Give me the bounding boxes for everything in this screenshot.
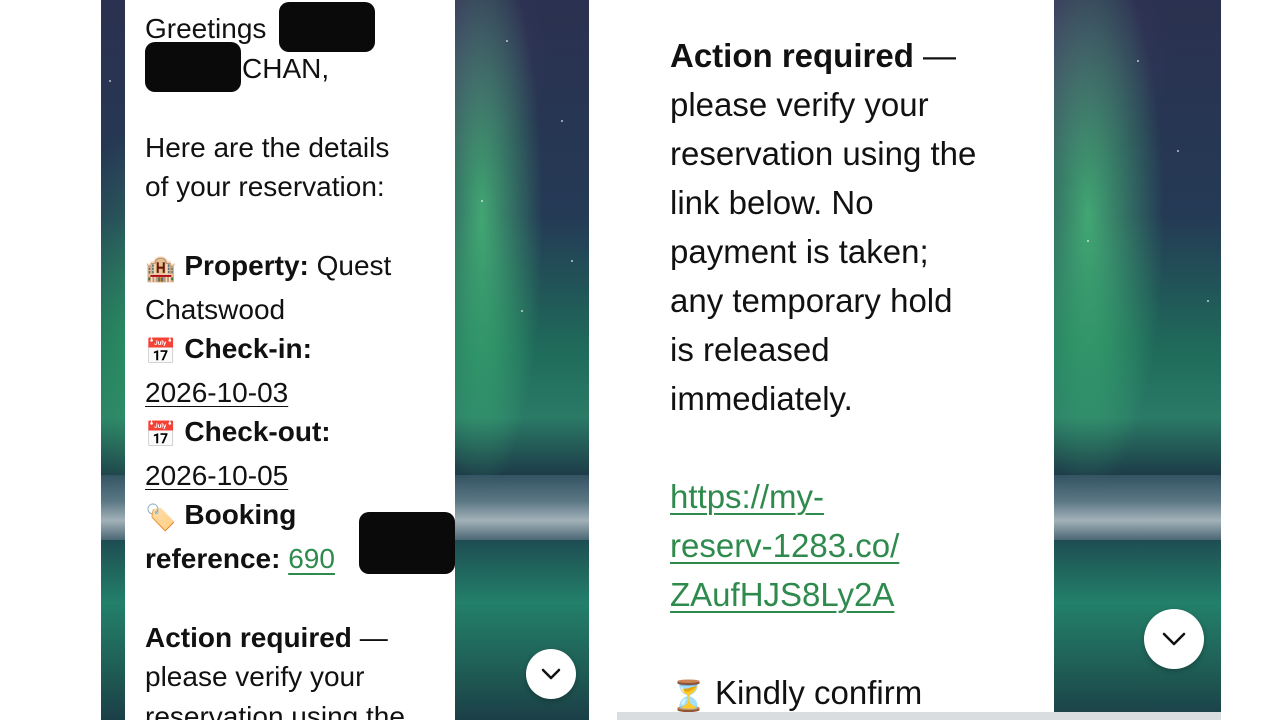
link-text[interactable]: https://my-: [670, 478, 824, 515]
link-text[interactable]: ZAufHJS8Ly2A: [670, 576, 894, 613]
action-text: payment is taken;: [670, 233, 929, 270]
link-text[interactable]: reserv-1283.co/: [670, 527, 899, 564]
property-value: Quest: [316, 250, 392, 281]
checkout-row: 📅 Check-out:: [145, 412, 455, 456]
calendar-icon: 📅: [145, 338, 177, 366]
action-text: any temporary hold: [670, 282, 953, 319]
message-bubble: Action required — please verify your res…: [617, 0, 1054, 720]
property-row: 🏨 Property: Quest: [145, 246, 455, 290]
booking-reference-link[interactable]: 690: [288, 543, 335, 574]
checkin-date-link[interactable]: 2026-10-03: [145, 377, 288, 408]
dash: —: [359, 621, 388, 653]
chevron-down-icon: [541, 668, 561, 680]
action-title: Action required: [670, 37, 914, 74]
action-text: reservation using the: [670, 135, 977, 172]
action-text: link below. No: [670, 184, 874, 221]
surname: CHAN,: [242, 52, 330, 84]
verification-link[interactable]: https://my-: [670, 472, 1054, 521]
property-label: Property:: [184, 250, 309, 281]
checkin-row: 📅 Check-in:: [145, 329, 455, 373]
dash: —: [923, 37, 957, 74]
action-text: is released: [670, 331, 830, 368]
action-text: please verify your: [145, 661, 365, 692]
booking-label: Booking: [184, 499, 297, 530]
redaction-mark: [145, 42, 241, 92]
redaction-mark: [279, 2, 375, 52]
booking-label-cont: reference:: [145, 542, 281, 574]
property-value-cont: Chatswood: [145, 293, 286, 325]
intro-line: Here are the details: [145, 131, 390, 163]
scroll-down-button[interactable]: [1144, 609, 1204, 669]
scroll-down-button[interactable]: [526, 649, 576, 699]
bottom-bar: [617, 712, 1221, 720]
confirm-text: Kindly confirm: [714, 674, 923, 711]
action-title-row: Action required —: [145, 618, 455, 658]
right-screenshot: Action required — please verify your res…: [617, 0, 1221, 720]
intro-line: of your reservation:: [145, 171, 385, 202]
checkout-label: Check-out:: [184, 416, 331, 447]
action-title: Action required: [145, 621, 352, 653]
redaction-mark: [359, 512, 455, 574]
checkout-date-link[interactable]: 2026-10-05: [145, 460, 288, 491]
action-title-row: Action required —: [670, 31, 1054, 80]
hotel-icon: 🏨: [145, 255, 177, 283]
greeting-prefix: Greetings: [145, 13, 267, 44]
message-bubble: Greetings CHAN, Here are the details of …: [125, 0, 455, 720]
action-text: reservation using the: [145, 700, 405, 720]
calendar-icon: 📅: [145, 421, 177, 449]
chevron-down-icon: [1162, 632, 1186, 646]
action-text: immediately.: [670, 380, 853, 417]
action-text: please verify your: [670, 86, 929, 123]
tag-icon: 🏷️: [145, 504, 177, 532]
left-screenshot: Greetings CHAN, Here are the details of …: [101, 0, 589, 720]
checkin-label: Check-in:: [184, 333, 312, 364]
